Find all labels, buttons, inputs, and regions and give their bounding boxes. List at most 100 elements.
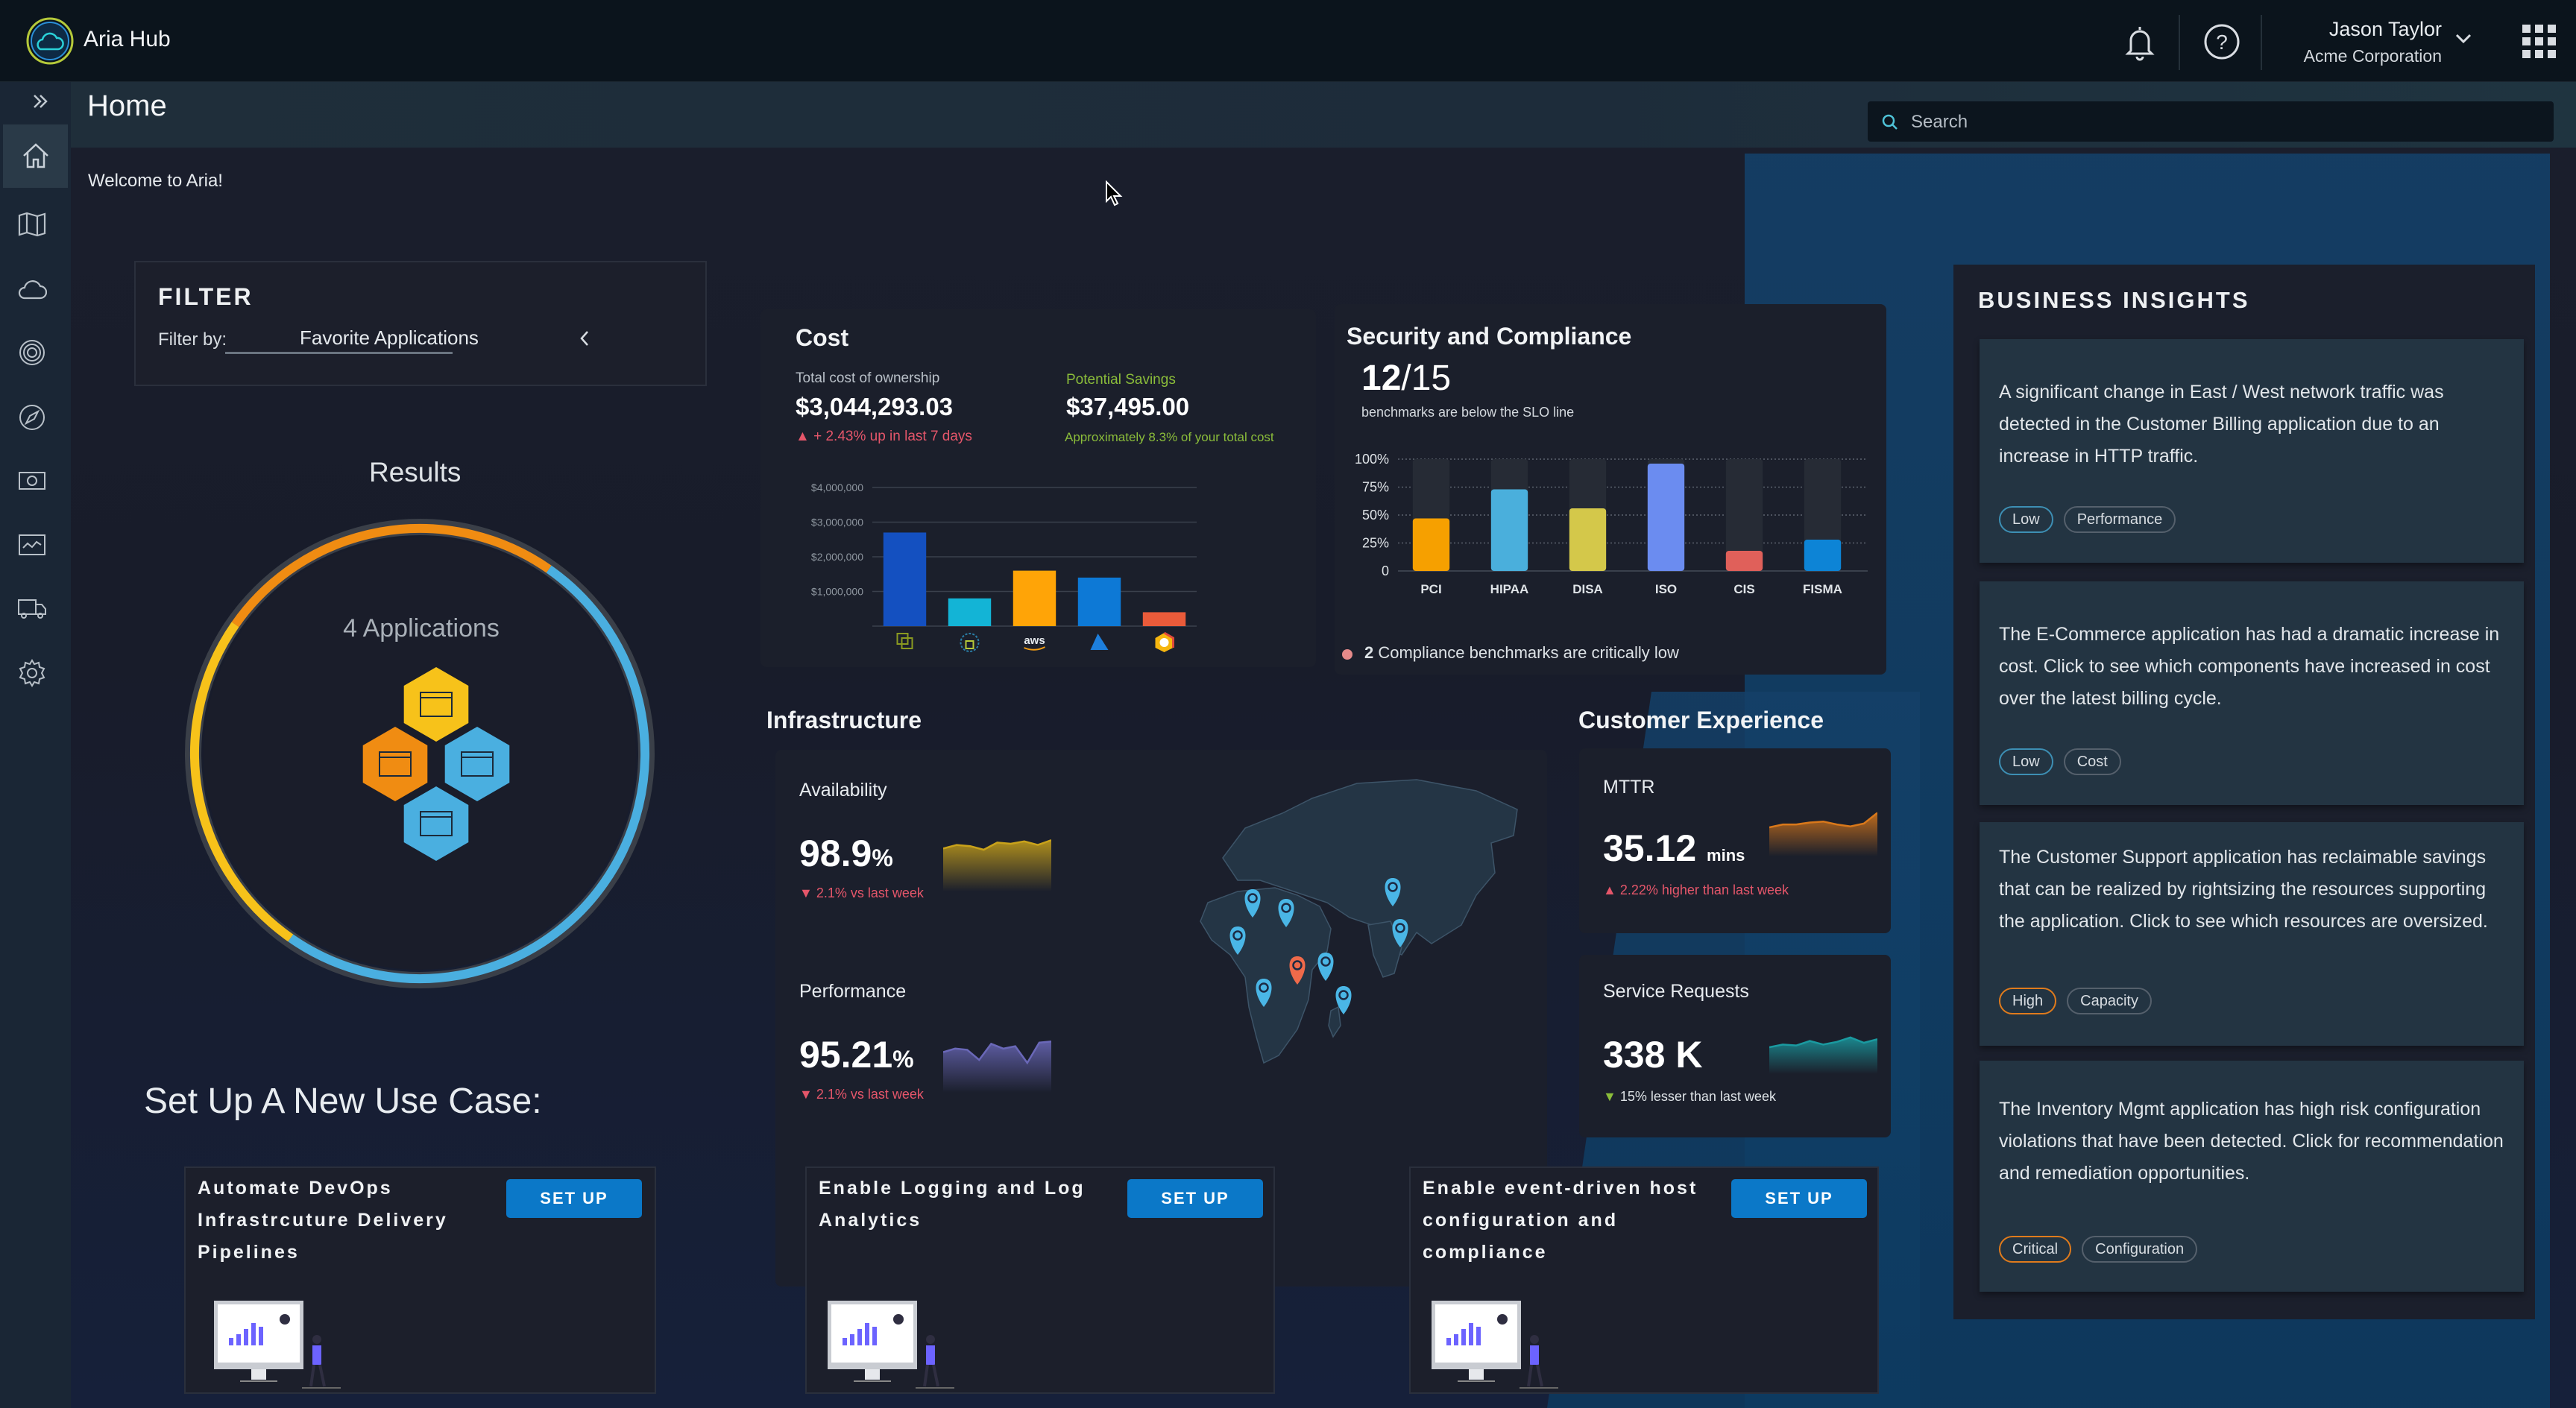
- hexagon-shape: [403, 667, 469, 742]
- application-hexagon[interactable]: [403, 667, 469, 742]
- security-card[interactable]: Security and Compliance 12/15 benchmarks…: [1335, 304, 1886, 675]
- use-case-card[interactable]: Automate DevOps Infrastrcuture Delivery …: [184, 1167, 656, 1394]
- mttr-label: MTTR: [1603, 777, 1655, 798]
- category-badge: Capacity: [2067, 988, 2152, 1014]
- setup-button[interactable]: SET UP: [506, 1179, 642, 1218]
- setup-button[interactable]: SET UP: [1127, 1179, 1263, 1218]
- insight-card[interactable]: The Customer Support application has rec…: [1980, 822, 2524, 1046]
- service-requests-card[interactable]: Service Requests 338 K ▼ 15% lesser than…: [1579, 955, 1891, 1137]
- availability-label: Availability: [799, 780, 887, 801]
- double-chevron-right-icon: [34, 95, 48, 108]
- chart-bar: [1469, 1323, 1473, 1345]
- cost-chart[interactable]: $1,000,000 $2,000,000 $3,000,000 $4,000,000…: [790, 477, 1208, 660]
- use-case-title: Automate DevOps Infrastrcuture Delivery …: [198, 1178, 448, 1263]
- compliance-footer: 2 Compliance benchmarks are critically l…: [1364, 643, 1679, 663]
- tco-label: Total cost of ownership: [796, 370, 940, 386]
- dashboard-illustration: [828, 1301, 954, 1389]
- use-case-card[interactable]: Enable event-driven host configuration a…: [1409, 1167, 1879, 1394]
- dashboard-illustration: [214, 1301, 341, 1389]
- sparkline-area: [943, 840, 1051, 891]
- application-hexagon[interactable]: [362, 727, 428, 801]
- insight-card[interactable]: A significant change in East / West netw…: [1980, 339, 2524, 563]
- performance-value: 95.21%: [799, 1033, 914, 1076]
- y-tick-label: 25%: [1362, 536, 1389, 551]
- chevron-left-icon[interactable]: [577, 328, 592, 349]
- chart-bar: [1461, 1329, 1466, 1345]
- sidebar-item-cloud[interactable]: [15, 272, 49, 306]
- chart-bar: [244, 1329, 248, 1345]
- tco-value: $3,044,293.03: [796, 393, 954, 420]
- y-tick-label: $4,000,000: [811, 482, 863, 493]
- map-pin-east-africa[interactable]: [1317, 953, 1334, 981]
- hexagon-shape: [362, 727, 428, 801]
- trend-up-icon: ▲: [796, 429, 810, 444]
- insight-card[interactable]: The Inventory Mgmt application has high …: [1980, 1061, 2524, 1292]
- compliance-chart[interactable]: 0 25% 50% 75% 100% PCI HIPAA DISA ISO CIS FISMA: [1342, 446, 1879, 613]
- filter-panel: FILTER Filter by: Favorite Applications: [134, 261, 707, 386]
- category-badge: Cost: [2063, 748, 2121, 775]
- cost-bar-vsphere: [883, 532, 927, 626]
- money-icon: [19, 472, 45, 490]
- world-map[interactable]: [1178, 768, 1528, 1089]
- top-bar: Aria Hub ? Jason Taylor Acme Corporation: [0, 0, 2576, 82]
- sidebar-item-compass[interactable]: [15, 400, 49, 435]
- results-count: 4 Applications: [343, 614, 500, 643]
- notifications-button[interactable]: [2121, 22, 2158, 63]
- person-legs: [309, 1364, 326, 1387]
- use-case-card[interactable]: Enable Logging and Log Analytics SET UP: [805, 1167, 1275, 1394]
- expand-sidebar-button[interactable]: [30, 91, 51, 112]
- azure-icon: [1090, 634, 1109, 650]
- performance-card[interactable]: Performance 95.21% ▼ 2.1% vs last week: [775, 951, 1092, 1141]
- cost-card[interactable]: Cost Total cost of ownership $3,044,293.…: [760, 309, 1316, 667]
- application-hexagons[interactable]: [339, 663, 533, 865]
- sidebar-item-map[interactable]: [15, 207, 49, 241]
- sidebar-item-settings[interactable]: [15, 656, 49, 690]
- compass-icon: [19, 405, 45, 430]
- savings-note: Approximately 8.3% of your total cost: [1065, 430, 1274, 444]
- compliance-bar-pci: [1412, 518, 1450, 571]
- sidebar-item-monitoring[interactable]: [15, 528, 49, 562]
- filter-select[interactable]: Favorite Applications: [225, 321, 479, 354]
- critical-dot-icon: [1342, 649, 1352, 660]
- customer-experience-title: Customer Experience: [1578, 707, 1824, 733]
- compliance-bar-cis: [1725, 551, 1763, 571]
- y-tick-label: $3,000,000: [811, 517, 863, 528]
- availability-card[interactable]: Availability 98.9% ▼ 2.1% vs last week: [775, 750, 1092, 940]
- vsphere-icon: [896, 633, 913, 649]
- chevron-down-icon[interactable]: [2454, 31, 2472, 46]
- search-input[interactable]: Search: [1868, 101, 2554, 142]
- severity-badge: High: [1999, 988, 2057, 1014]
- sidebar-item-cost[interactable]: [15, 464, 49, 498]
- cost-bar-azure: [1077, 577, 1121, 626]
- x-tick-label: ISO: [1655, 582, 1677, 596]
- service-requests-change-text: 15% lesser than last week: [1619, 1089, 1776, 1104]
- app-logo-icon[interactable]: [25, 16, 75, 66]
- svg-text:?: ?: [2216, 31, 2228, 54]
- performance-unit: %: [892, 1046, 914, 1073]
- availability-unit: %: [872, 845, 893, 871]
- insights-heading: BUSINESS INSIGHTS: [1978, 287, 2250, 313]
- help-button[interactable]: ?: [2202, 22, 2241, 61]
- insight-text: The E-Commerce application has had a dra…: [1999, 624, 2500, 709]
- sidebar: [0, 82, 71, 1408]
- truck-icon: [18, 599, 46, 619]
- x-tick-label: CIS: [1733, 582, 1754, 596]
- home-icon: [23, 143, 48, 168]
- chart-bar: [1454, 1334, 1458, 1345]
- use-case-title: Enable Logging and Log Analytics: [819, 1178, 1086, 1231]
- app-grid-icon[interactable]: [2522, 25, 2557, 59]
- gear-icon: [19, 659, 45, 687]
- sidebar-item-target[interactable]: [15, 335, 49, 370]
- setup-button[interactable]: SET UP: [1731, 1179, 1867, 1218]
- sidebar-item-delivery[interactable]: [15, 591, 49, 625]
- application-hexagon[interactable]: [444, 727, 510, 801]
- compliance-bar-disa: [1569, 508, 1607, 571]
- availability-change-text: 2.1% vs last week: [816, 885, 924, 900]
- x-tick-label: HIPAA: [1490, 582, 1529, 596]
- mttr-card[interactable]: MTTR 35.12 mins ▲ 2.22% higher than last…: [1579, 748, 1891, 933]
- application-hexagon[interactable]: [403, 786, 469, 861]
- welcome-text: Welcome to Aria!: [88, 171, 223, 191]
- insight-card[interactable]: The E-Commerce application has had a dra…: [1980, 581, 2524, 805]
- user-menu[interactable]: Jason Taylor Acme Corporation: [2267, 16, 2460, 69]
- sidebar-item-home[interactable]: [3, 124, 68, 188]
